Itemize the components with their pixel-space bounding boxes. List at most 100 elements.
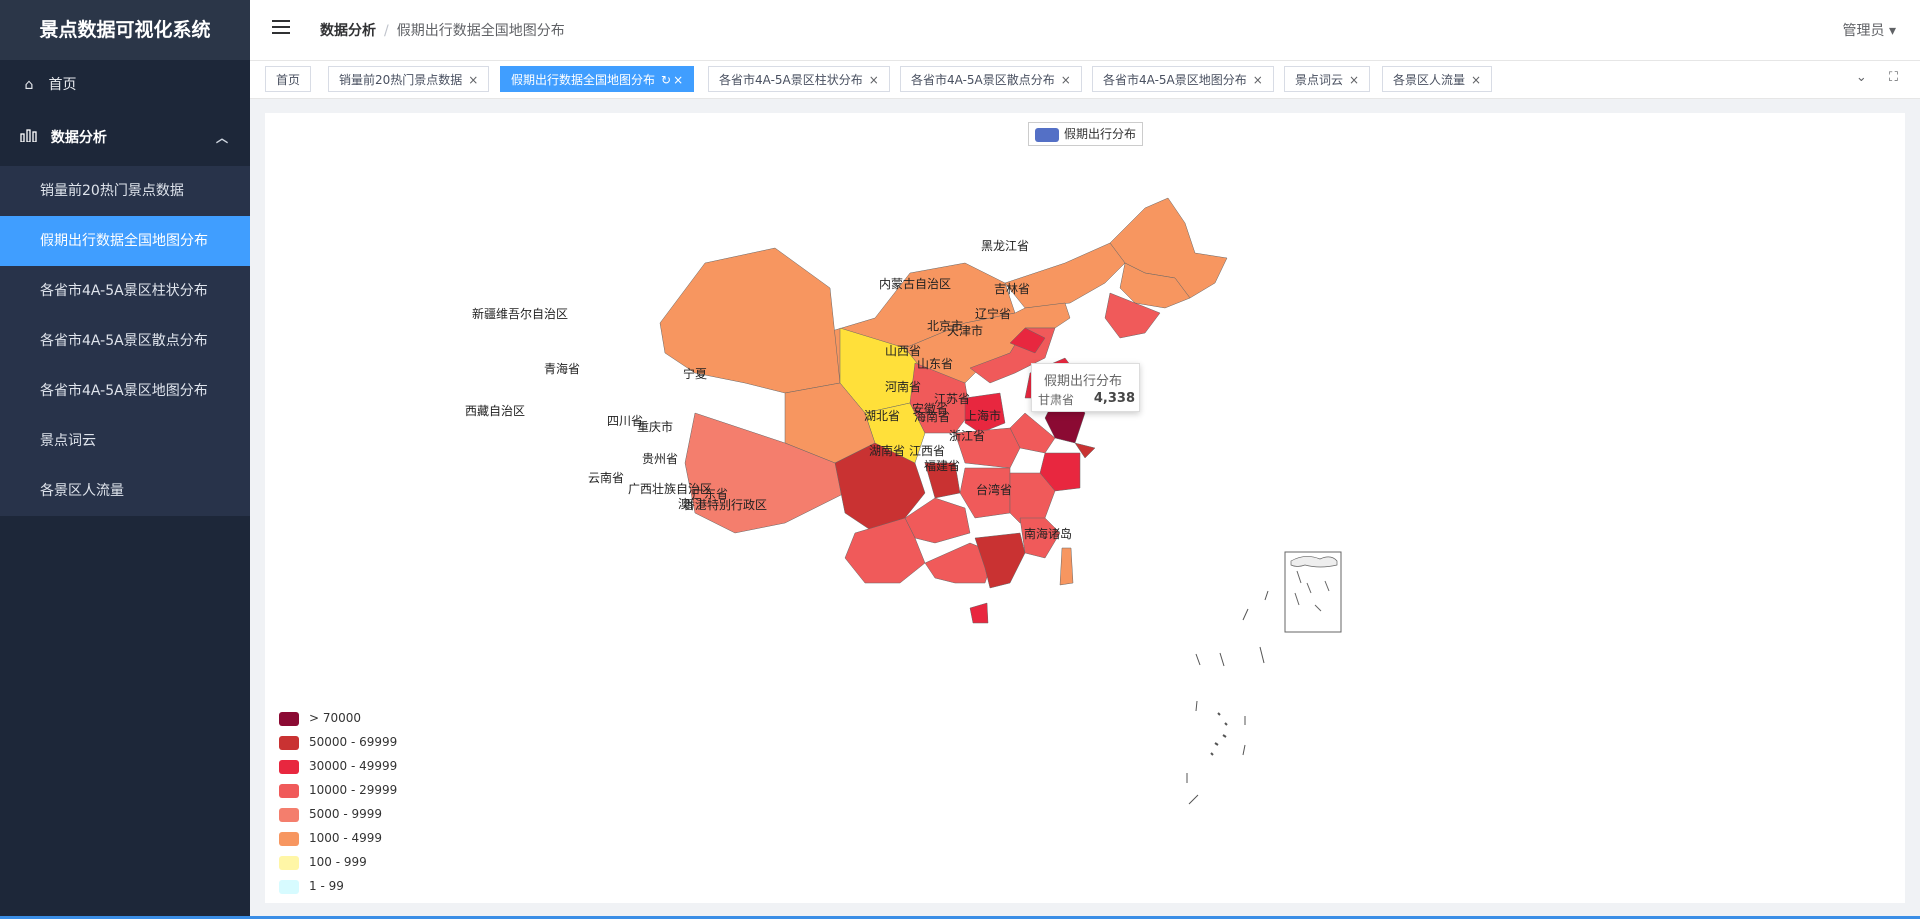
- refresh-icon[interactable]: ↻: [661, 73, 671, 87]
- map-region-label: 贵州省: [642, 452, 678, 466]
- sidebar-item-wordcloud[interactable]: 景点词云: [0, 416, 250, 466]
- map-region-label: 湖南省: [869, 443, 905, 458]
- map-region-label: 山东省: [917, 357, 953, 371]
- tag-holiday-map[interactable]: 假期出行数据全国地图分布 ↻ ×: [500, 66, 695, 92]
- chart-panel: 假期出行分布 黑龙江省 内蒙古自治区 吉林省 辽宁省 北京市 天津市 新疆维吾尔自治区 山西省…: [265, 113, 1905, 903]
- map-region-label: 辽宁省: [975, 306, 1011, 321]
- close-icon[interactable]: ×: [1253, 73, 1263, 87]
- hamburger-icon[interactable]: [272, 20, 290, 40]
- user-name: 管理员: [1842, 23, 1885, 39]
- tag-label: 各省市4A-5A景区柱状分布: [719, 73, 863, 87]
- visual-map-label: 30000 - 49999: [309, 759, 398, 773]
- map-region-label: 黑龙江省: [981, 239, 1029, 253]
- south-sea-dashes: [1186, 590, 1269, 805]
- sidebar-item-bar[interactable]: 各省市4A-5A景区柱状分布: [0, 266, 250, 316]
- visual-map-label: > 70000: [309, 711, 362, 725]
- tag-label: 各景区人流量: [1393, 73, 1466, 87]
- close-icon[interactable]: ×: [1061, 73, 1071, 87]
- sidebar-group-data-analysis[interactable]: 数据分析 ︿: [0, 110, 250, 166]
- tag-map[interactable]: 各省市4A-5A景区地图分布 ×: [1092, 66, 1274, 92]
- visual-map-item[interactable]: 30000 - 49999: [279, 754, 397, 778]
- sidebar: 景点数据可视化系统 ⌂ 首页 数据分析 ︿ 销量前20热门景点数据 假期出行数据…: [0, 0, 250, 919]
- sidebar-item-traffic[interactable]: 各景区人流量: [0, 466, 250, 516]
- visual-map-label: 50000 - 69999: [309, 735, 398, 749]
- map-tooltip: 假期出行分布 甘肃省 4,338: [1031, 363, 1140, 412]
- sidebar-item-map[interactable]: 各省市4A-5A景区地图分布: [0, 366, 250, 416]
- visual-map-item[interactable]: 50000 - 69999: [279, 730, 397, 754]
- tag-label: 首页: [276, 73, 301, 87]
- map-region-label: 南海诸岛: [1024, 526, 1072, 541]
- visual-map-label: 1 - 99: [309, 879, 344, 893]
- tag-label: 销量前20热门景点数据: [339, 73, 463, 87]
- header: 数据分析 / 假期出行数据全国地图分布 管理员 ▾: [250, 0, 1920, 61]
- visual-map-swatch: [279, 807, 299, 822]
- sidebar-item-holiday-map[interactable]: 假期出行数据全国地图分布: [0, 216, 250, 266]
- tooltip-value: 4,338: [1093, 391, 1135, 406]
- map-region[interactable]: [1059, 547, 1074, 586]
- visual-map-item[interactable]: 100 - 999: [279, 850, 397, 874]
- chevron-up-icon: ︿: [215, 131, 228, 145]
- map-region-label: 新疆维吾尔自治区: [472, 306, 568, 321]
- visual-map-label: 1000 - 4999: [309, 831, 383, 845]
- visual-map-swatch: [279, 735, 299, 750]
- visual-map-swatch: [279, 831, 299, 846]
- visual-map-swatch: [279, 855, 299, 870]
- visual-map-item[interactable]: 10000 - 29999: [279, 778, 397, 802]
- sidebar-item-scatter[interactable]: 各省市4A-5A景区散点分布: [0, 316, 250, 366]
- chevron-down-icon[interactable]: ⌄: [1856, 70, 1867, 85]
- tag-home[interactable]: 首页: [265, 66, 312, 92]
- map-region-label: 海南省: [914, 409, 950, 424]
- tag-label: 各省市4A-5A景区散点分布: [911, 73, 1055, 87]
- fullscreen-icon[interactable]: ⛶: [1889, 70, 1898, 85]
- visual-map-legend: > 70000 50000 - 69999 30000 - 49999 1000…: [279, 706, 397, 898]
- map-region-label: 吉林省: [994, 282, 1030, 296]
- tag-label: 假期出行数据全国地图分布: [511, 73, 656, 87]
- breadcrumb: 数据分析 / 假期出行数据全国地图分布: [320, 23, 565, 39]
- close-icon[interactable]: ×: [673, 73, 683, 87]
- caret-down-icon: ▾: [1888, 23, 1896, 39]
- map-region-label: 内蒙古自治区: [879, 276, 951, 291]
- map-region-label: 云南省: [588, 470, 624, 485]
- visual-map-item[interactable]: 1000 - 4999: [279, 826, 397, 850]
- sidebar-submenu: 销量前20热门景点数据 假期出行数据全国地图分布 各省市4A-5A景区柱状分布 …: [0, 166, 250, 516]
- map-region-label: 浙江省: [949, 429, 985, 443]
- visual-map-item[interactable]: 1 - 99: [279, 874, 397, 898]
- south-sea-islands-box: [1284, 551, 1342, 633]
- visual-map-label: 100 - 999: [309, 855, 367, 869]
- sidebar-item-top20[interactable]: 销量前20热门景点数据: [0, 166, 250, 216]
- breadcrumb-current: 假期出行数据全国地图分布: [396, 23, 565, 39]
- visual-map-item[interactable]: 5000 - 9999: [279, 802, 397, 826]
- close-icon[interactable]: ×: [869, 73, 879, 87]
- tooltip-title: 假期出行分布: [1044, 374, 1123, 389]
- sidebar-group-label: 数据分析: [50, 130, 107, 146]
- tag-scatter[interactable]: 各省市4A-5A景区散点分布 ×: [900, 66, 1082, 92]
- tag-bar[interactable]: 各省市4A-5A景区柱状分布 ×: [708, 66, 890, 92]
- tag-label: 景点词云: [1295, 73, 1344, 87]
- map-region-label: 天津市: [947, 323, 983, 338]
- breadcrumb-item[interactable]: 数据分析: [320, 23, 376, 39]
- bar-chart-icon: [20, 110, 38, 166]
- visual-map-item[interactable]: > 70000: [279, 706, 397, 730]
- map-region-label: 澳门: [678, 496, 702, 511]
- map-region-label: 江西省: [909, 444, 945, 458]
- close-icon[interactable]: ×: [1349, 73, 1359, 87]
- map-region[interactable]: [969, 602, 989, 624]
- china-map[interactable]: 黑龙江省内蒙古自治区 吉林省辽宁省北京市天津市新疆维吾尔自治区山西省山东省青海省宁…: [265, 113, 1905, 903]
- tag-label: 各省市4A-5A景区地图分布: [1103, 73, 1247, 87]
- map-region-label: 湖北省: [864, 408, 900, 423]
- map-region-label: 河南省: [885, 379, 921, 394]
- tag-top20[interactable]: 销量前20热门景点数据 ×: [328, 66, 490, 92]
- visual-map-swatch: [279, 783, 299, 798]
- tag-wordcloud[interactable]: 景点词云 ×: [1284, 66, 1371, 92]
- tag-tools: ⌄ ⛶: [1838, 70, 1898, 85]
- map-region-label: 福建省: [924, 458, 960, 473]
- map-region-label: 台湾省: [976, 482, 1012, 497]
- user-menu[interactable]: 管理员 ▾: [1843, 20, 1896, 40]
- visual-map-swatch: [279, 879, 299, 894]
- tag-traffic[interactable]: 各景区人流量 ×: [1382, 66, 1493, 92]
- close-icon[interactable]: ×: [1471, 73, 1481, 87]
- close-icon[interactable]: ×: [468, 73, 478, 87]
- sidebar-item-home[interactable]: ⌂ 首页: [0, 60, 250, 110]
- map-region-label: 重庆市: [637, 419, 673, 434]
- map-region-label: 西藏自治区: [465, 404, 525, 418]
